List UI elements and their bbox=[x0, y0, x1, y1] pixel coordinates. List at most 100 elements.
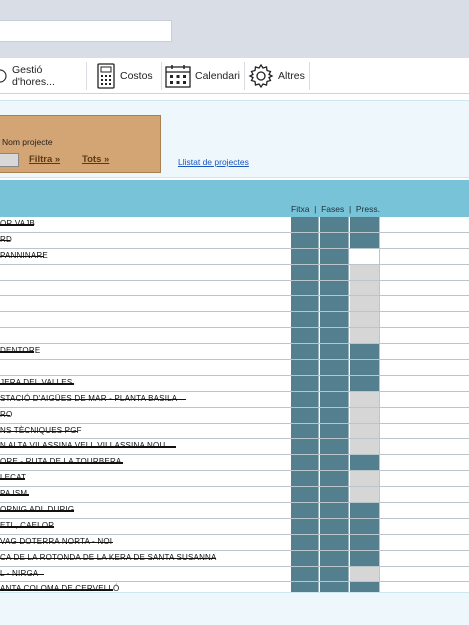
press-cell[interactable] bbox=[350, 360, 380, 375]
fases-cell[interactable] bbox=[320, 360, 349, 375]
fases-cell[interactable] bbox=[320, 550, 349, 566]
table-row[interactable] bbox=[0, 360, 469, 376]
table-row[interactable]: LECAT bbox=[0, 471, 469, 488]
fases-cell[interactable] bbox=[320, 248, 349, 264]
fitxa-cell[interactable] bbox=[291, 344, 319, 360]
fitxa-cell[interactable] bbox=[291, 391, 319, 407]
fases-cell[interactable] bbox=[320, 455, 349, 471]
fases-cell[interactable] bbox=[320, 264, 349, 280]
table-row[interactable]: ORE - RUTA DE LA TOURBERA bbox=[0, 455, 469, 472]
press-cell[interactable] bbox=[350, 534, 380, 550]
fitxa-cell[interactable] bbox=[291, 264, 319, 280]
table-row[interactable]: NS TÈCNIQUES PGF bbox=[0, 423, 469, 440]
tab-hours[interactable]: Gestió d'hores... bbox=[0, 62, 87, 90]
press-cell[interactable] bbox=[350, 566, 380, 582]
fitxa-cell[interactable] bbox=[291, 248, 319, 264]
fitxa-cell[interactable] bbox=[291, 375, 319, 391]
press-cell[interactable] bbox=[350, 518, 380, 534]
press-cell[interactable] bbox=[350, 328, 380, 344]
table-row[interactable]: ETL, CAELOR bbox=[0, 518, 469, 535]
fases-cell[interactable] bbox=[320, 518, 349, 534]
tab-costs[interactable]: Costos bbox=[92, 62, 162, 90]
show-all-link[interactable]: Tots » bbox=[82, 154, 109, 165]
fases-cell[interactable] bbox=[320, 344, 349, 360]
project-list-link[interactable]: Llistat de projectes bbox=[178, 157, 249, 167]
press-cell[interactable] bbox=[350, 344, 380, 360]
press-cell[interactable] bbox=[350, 503, 380, 518]
fitxa-cell[interactable] bbox=[291, 487, 319, 503]
fitxa-cell[interactable] bbox=[291, 232, 319, 248]
fases-cell[interactable] bbox=[320, 232, 349, 248]
fitxa-cell[interactable] bbox=[291, 455, 319, 471]
press-cell[interactable] bbox=[350, 487, 380, 503]
fitxa-cell[interactable] bbox=[291, 439, 319, 455]
project-name-input[interactable] bbox=[0, 153, 19, 167]
press-cell[interactable] bbox=[350, 375, 380, 391]
filter-link[interactable]: Filtra » bbox=[29, 154, 60, 165]
table-row[interactable]: L - NIRGA bbox=[0, 566, 469, 583]
table-row[interactable]: N ALTA VILASSINA VELL VILLASSINA NOU bbox=[0, 439, 469, 456]
fitxa-cell[interactable] bbox=[291, 471, 319, 487]
fitxa-cell[interactable] bbox=[291, 566, 319, 582]
fases-cell[interactable] bbox=[320, 328, 349, 344]
press-cell[interactable] bbox=[350, 248, 380, 264]
fases-cell[interactable] bbox=[320, 391, 349, 407]
table-row[interactable]: VAG DOTERRA NORTA - NOI bbox=[0, 534, 469, 551]
press-cell[interactable] bbox=[350, 407, 380, 423]
press-cell[interactable] bbox=[350, 296, 380, 312]
fitxa-cell[interactable] bbox=[291, 550, 319, 566]
press-cell[interactable] bbox=[350, 455, 380, 471]
fases-cell[interactable] bbox=[320, 439, 349, 455]
table-row[interactable]: OR VAJB bbox=[0, 217, 469, 233]
table-row[interactable] bbox=[0, 280, 469, 297]
press-cell[interactable] bbox=[350, 312, 380, 328]
fases-cell[interactable] bbox=[320, 487, 349, 503]
fases-cell[interactable] bbox=[320, 471, 349, 487]
press-cell[interactable] bbox=[350, 280, 380, 296]
fitxa-cell[interactable] bbox=[291, 407, 319, 423]
fitxa-cell[interactable] bbox=[291, 280, 319, 296]
fitxa-cell[interactable] bbox=[291, 296, 319, 312]
table-row[interactable]: ORNIG ADL DURIG bbox=[0, 503, 469, 519]
fases-cell[interactable] bbox=[320, 503, 349, 518]
table-row[interactable]: JERA DEL VALLES bbox=[0, 375, 469, 392]
table-row[interactable]: RD bbox=[0, 232, 469, 249]
fases-cell[interactable] bbox=[320, 407, 349, 423]
fases-cell[interactable] bbox=[320, 534, 349, 550]
table-row[interactable]: PANNINARE bbox=[0, 248, 469, 265]
press-cell[interactable] bbox=[350, 439, 380, 455]
press-cell[interactable] bbox=[350, 264, 380, 280]
press-cell[interactable] bbox=[350, 471, 380, 487]
fases-cell[interactable] bbox=[320, 296, 349, 312]
fitxa-cell[interactable] bbox=[291, 328, 319, 344]
table-row[interactable]: PA ISM bbox=[0, 487, 469, 504]
tab-calendar[interactable]: Calendari bbox=[161, 62, 245, 90]
fitxa-cell[interactable] bbox=[291, 503, 319, 518]
table-row[interactable] bbox=[0, 328, 469, 345]
fitxa-cell[interactable] bbox=[291, 360, 319, 375]
fases-cell[interactable] bbox=[320, 566, 349, 582]
press-cell[interactable] bbox=[350, 550, 380, 566]
table-row[interactable]: RO bbox=[0, 407, 469, 424]
fitxa-cell[interactable] bbox=[291, 518, 319, 534]
table-row[interactable] bbox=[0, 264, 469, 281]
tab-others[interactable]: Altres bbox=[244, 62, 310, 90]
press-cell[interactable] bbox=[350, 391, 380, 407]
table-row[interactable]: CA DE LA ROTONDA DE LA KERA DE SANTA SUS… bbox=[0, 550, 469, 567]
press-cell[interactable] bbox=[350, 217, 380, 232]
table-row[interactable]: DENTORE bbox=[0, 344, 469, 361]
table-row[interactable]: STACIÓ D'AIGÜES DE MAR - PLANTA BASILA bbox=[0, 391, 469, 408]
fases-cell[interactable] bbox=[320, 423, 349, 439]
press-cell[interactable] bbox=[350, 423, 380, 439]
fases-cell[interactable] bbox=[320, 312, 349, 328]
press-cell[interactable] bbox=[350, 232, 380, 248]
search-input[interactable] bbox=[0, 20, 172, 42]
fases-cell[interactable] bbox=[320, 280, 349, 296]
fases-cell[interactable] bbox=[320, 217, 349, 232]
table-row[interactable] bbox=[0, 312, 469, 329]
fitxa-cell[interactable] bbox=[291, 534, 319, 550]
fitxa-cell[interactable] bbox=[291, 312, 319, 328]
fitxa-cell[interactable] bbox=[291, 423, 319, 439]
fitxa-cell[interactable] bbox=[291, 217, 319, 232]
fases-cell[interactable] bbox=[320, 375, 349, 391]
